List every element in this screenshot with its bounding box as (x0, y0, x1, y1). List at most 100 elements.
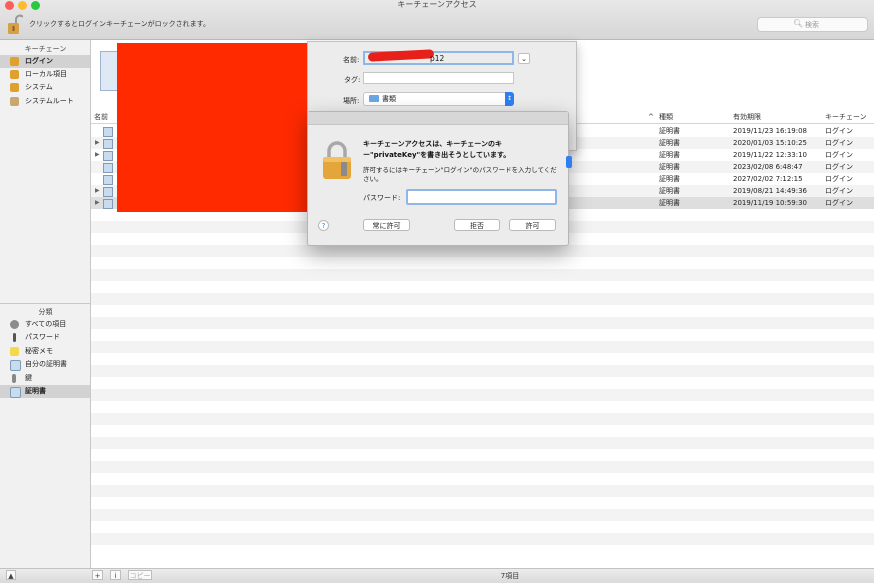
empty-row (91, 269, 874, 281)
cell-kind: 証明書 (659, 139, 680, 147)
location-value: 書類 (382, 95, 396, 103)
empty-row (91, 365, 874, 377)
window-title: キーチェーンアクセス (397, 0, 477, 9)
padlock-icon (323, 141, 351, 179)
category-header: 分類 (38, 308, 53, 316)
column-header-expires[interactable]: 有効期限 (733, 111, 761, 123)
empty-row (91, 533, 874, 545)
search-icon: 🔍︎ (793, 19, 804, 28)
certificate-icon (103, 199, 113, 209)
sidebar-item-label: パスワード (25, 333, 60, 341)
cell-expires: 2020/01/03 15:10:25 (733, 139, 808, 147)
sidebar-item-my-certificates[interactable]: 自分の証明書 (0, 358, 90, 371)
chevron-down-icon[interactable]: ⌄ (518, 53, 530, 64)
cell-keychain: ログイン (825, 139, 853, 147)
cell-kind: 証明書 (659, 175, 680, 183)
sidebar-item-label: ログイン (25, 57, 53, 65)
sidebar-item-label: 自分の証明書 (25, 360, 67, 368)
pen-icon (13, 333, 16, 342)
column-header-name[interactable]: 名前 (94, 111, 108, 123)
certificate-icon (103, 139, 113, 149)
sidebar-item-label: ローカル項目 (25, 70, 67, 78)
allow-button[interactable]: 許可 (509, 219, 556, 231)
cell-expires: 2019/11/19 10:59:30 (733, 199, 808, 207)
sheet-default-button-edge[interactable] (566, 156, 572, 168)
note-icon (10, 347, 19, 356)
certificate-icon (10, 387, 21, 398)
sidebar-item-label: 秘密メモ (25, 347, 53, 355)
key-icon (12, 374, 16, 383)
name-label: 名前: (343, 56, 360, 64)
empty-row (91, 509, 874, 521)
cell-kind: 証明書 (659, 127, 680, 135)
disclosure-triangle-icon[interactable]: ▶ (95, 149, 100, 161)
password-label: パスワード: (363, 194, 401, 202)
tag-input[interactable] (363, 72, 514, 84)
certificate-icon (103, 187, 113, 197)
disclosure-triangle-icon[interactable]: ▶ (95, 197, 100, 209)
sidebar-divider (0, 303, 90, 304)
sidebar-item-keys[interactable]: 鍵 (0, 372, 90, 385)
redaction-block (117, 43, 307, 212)
sidebar (0, 40, 91, 568)
cell-expires: 2019/11/23 16:19:08 (733, 127, 808, 135)
cell-keychain: ログイン (825, 127, 853, 135)
lock-message[interactable]: クリックするとログインキーチェーンがロックされます。 (29, 19, 210, 29)
sidebar-item-label: 証明書 (25, 387, 46, 395)
empty-row (91, 389, 874, 401)
cell-expires: 2023/02/08 6:48:47 (733, 163, 803, 171)
tag-label: タグ: (344, 76, 361, 84)
sidebar-item-label: システムルート (25, 97, 74, 105)
certificate-icon (103, 175, 113, 185)
empty-row (91, 341, 874, 353)
always-allow-button[interactable]: 常に許可 (363, 219, 410, 231)
my-cert-icon (10, 360, 21, 371)
item-count: 7項目 (500, 572, 520, 580)
updown-chevron-icon[interactable]: ↕ (505, 92, 514, 106)
lock-open-icon (10, 57, 19, 66)
disclosure-triangle-icon[interactable]: ▶ (95, 185, 100, 197)
folder-icon (369, 95, 379, 102)
disclosure-triangle-icon[interactable]: ▶ (95, 137, 100, 149)
cell-expires: 2019/11/22 12:33:10 (733, 151, 808, 159)
column-header-kind[interactable]: 種類 (659, 111, 673, 123)
cell-keychain: ログイン (825, 175, 853, 183)
lock-open-icon[interactable] (7, 14, 23, 36)
cell-kind: 証明書 (659, 187, 680, 195)
sidebar-item-label: すべての項目 (25, 320, 67, 328)
sidebar-item-system[interactable]: システム (0, 81, 90, 94)
sidebar-item-certificates[interactable]: 証明書 (0, 385, 90, 398)
sidebar-item-all-items[interactable]: すべての項目 (0, 318, 90, 331)
sort-chevron-icon[interactable]: ^ (648, 111, 654, 123)
empty-row (91, 317, 874, 329)
column-header-keychain[interactable]: キーチェーン (825, 111, 867, 123)
sidebar-item-label: システム (25, 83, 53, 91)
sidebar-item-system-roots[interactable]: システムルート (0, 95, 90, 108)
certificate-icon (103, 151, 113, 161)
cabinet-icon (10, 97, 19, 106)
password-field[interactable] (406, 189, 557, 205)
empty-row (91, 293, 874, 305)
deny-button[interactable]: 拒否 (454, 219, 500, 231)
certificate-icon (103, 127, 113, 137)
cell-expires: 2019/08/21 14:49:36 (733, 187, 808, 195)
empty-row (91, 413, 874, 425)
dialog-title: キーチェーンアクセスは、キーチェーンのキー"privateKey"を書き出そうと… (363, 140, 511, 159)
empty-row (91, 437, 874, 449)
filename-value: p12 (430, 54, 445, 63)
cell-keychain: ログイン (825, 151, 853, 159)
sidebar-item-secure-notes[interactable]: 秘密メモ (0, 345, 90, 358)
people-icon (10, 320, 19, 329)
location-label: 場所: (343, 97, 360, 105)
cell-keychain: ログイン (825, 199, 853, 207)
certificate-icon (103, 163, 113, 173)
sidebar-item-local[interactable]: ローカル項目 (0, 68, 90, 81)
sidebar-item-passwords[interactable]: パスワード (0, 331, 90, 344)
dialog-titlebar (308, 112, 568, 125)
empty-row (91, 245, 874, 257)
lock-icon (10, 70, 19, 79)
help-icon[interactable]: ? (318, 220, 329, 231)
empty-row (91, 485, 874, 497)
cell-keychain: ログイン (825, 187, 853, 195)
sidebar-item-login[interactable]: ログイン (0, 55, 90, 68)
